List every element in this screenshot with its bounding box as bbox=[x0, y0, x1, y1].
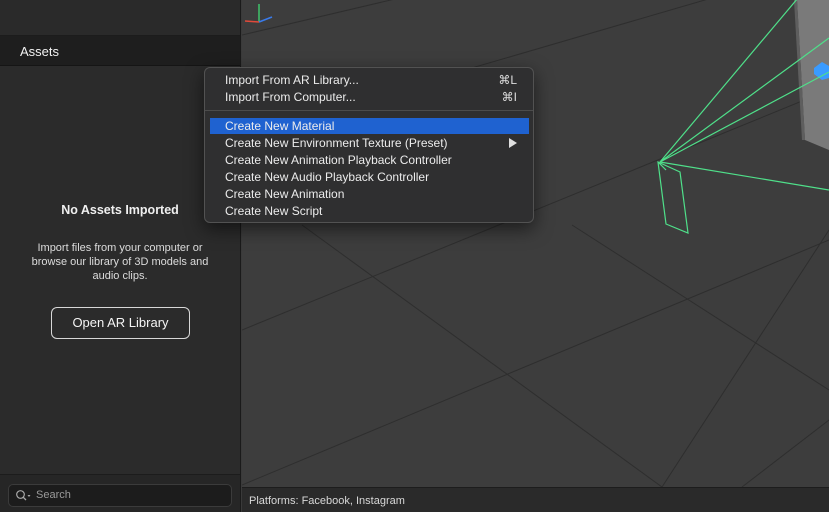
menu-item-import-from-ar-library[interactable]: Import From AR Library... ⌘L bbox=[210, 72, 529, 88]
menu-item-label: Create New Animation Playback Controller bbox=[225, 153, 452, 167]
platforms-status: Platforms: Facebook, Instagram bbox=[249, 495, 405, 507]
menu-item-create-new-animation[interactable]: Create New Animation bbox=[210, 186, 529, 202]
menu-item-import-from-computer[interactable]: Import From Computer... ⌘I bbox=[210, 89, 529, 105]
menu-item-label: Import From AR Library... bbox=[225, 73, 359, 87]
assets-header: Assets bbox=[0, 36, 240, 66]
menu-item-label: Create New Animation bbox=[225, 187, 345, 201]
menu-item-label: Create New Script bbox=[225, 204, 323, 218]
assets-title: Assets bbox=[20, 44, 60, 59]
search-input[interactable]: Search bbox=[8, 484, 232, 507]
menu-item-create-new-animation-playback-controller[interactable]: Create New Animation Playback Controller bbox=[210, 152, 529, 168]
search-placeholder: Search bbox=[36, 489, 71, 501]
menu-item-create-new-environment-texture[interactable]: Create New Environment Texture (Preset) bbox=[210, 135, 529, 151]
axis-gizmo-icon bbox=[244, 4, 273, 23]
menu-item-label: Create New Environment Texture (Preset) bbox=[225, 136, 448, 150]
menu-separator bbox=[205, 110, 533, 111]
open-ar-library-button[interactable]: Open AR Library bbox=[51, 307, 190, 339]
menu-item-create-new-audio-playback-controller[interactable]: Create New Audio Playback Controller bbox=[210, 169, 529, 185]
status-bar: Platforms: Facebook, Instagram bbox=[242, 487, 829, 512]
menu-item-create-new-material[interactable]: Create New Material bbox=[210, 118, 529, 134]
menu-item-shortcut: ⌘I bbox=[501, 90, 517, 104]
add-asset-context-menu: Import From AR Library... ⌘L Import From… bbox=[204, 67, 534, 223]
menu-item-label: Import From Computer... bbox=[225, 90, 356, 104]
submenu-arrow-icon bbox=[509, 138, 517, 148]
menu-item-label: Create New Audio Playback Controller bbox=[225, 170, 430, 184]
menu-item-create-new-script[interactable]: Create New Script bbox=[210, 203, 529, 219]
menu-item-shortcut: ⌘L bbox=[498, 73, 517, 87]
menu-item-label: Create New Material bbox=[225, 119, 335, 133]
search-icon[interactable] bbox=[15, 489, 33, 503]
search-bar: Search bbox=[0, 474, 240, 512]
empty-state-description: Import files from your computer or brows… bbox=[31, 242, 209, 282]
left-panel-top-area bbox=[0, 0, 240, 36]
